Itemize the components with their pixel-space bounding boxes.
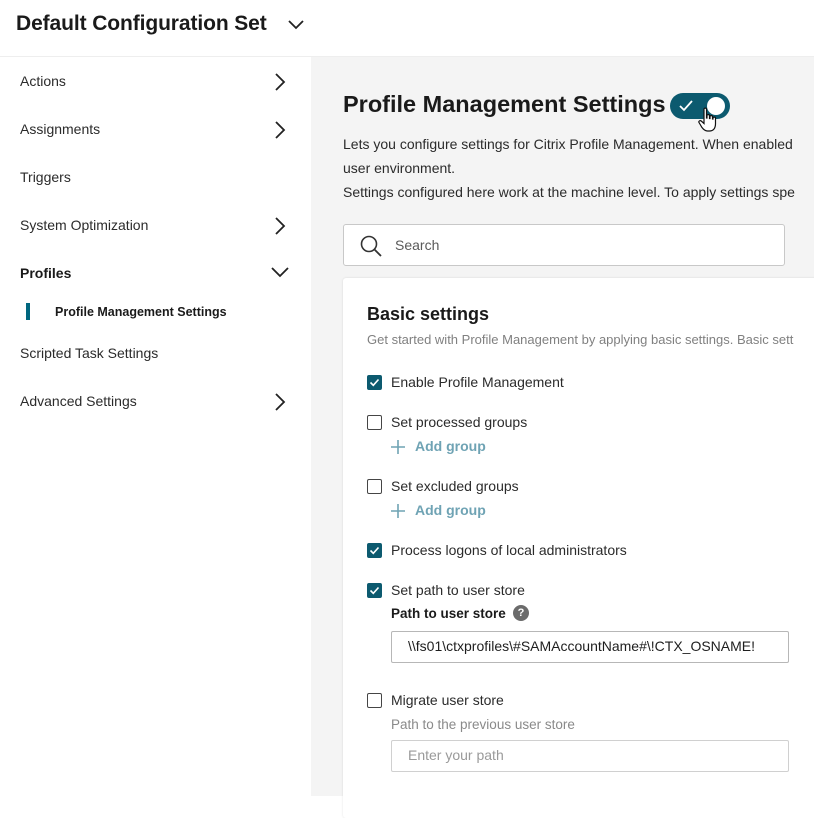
description-line-2: user environment. (343, 160, 456, 176)
chevron-right-icon[interactable] (270, 120, 290, 140)
basic-settings-card: Basic settings Get started with Profile … (343, 278, 814, 818)
set-path-to-user-store-checkbox[interactable] (367, 583, 382, 598)
page-title: Profile Management Settings (343, 91, 666, 117)
checkmark-icon (369, 546, 380, 555)
migrate-user-store-checkbox[interactable] (367, 693, 382, 708)
path-to-user-store-label: Path to user store (391, 606, 506, 621)
card-subtitle: Get started with Profile Management by a… (367, 332, 794, 347)
card-title: Basic settings (367, 304, 490, 324)
chevron-right-icon[interactable] (270, 392, 290, 412)
checkmark-icon (369, 586, 380, 595)
active-item-indicator (26, 303, 30, 320)
main-panel: Profile Management Settings Lets you con… (311, 57, 814, 818)
sidebar-item-triggers[interactable]: Triggers (20, 169, 71, 185)
chevron-down-icon[interactable] (270, 262, 290, 282)
hand-cursor-icon (698, 107, 717, 132)
set-path-to-user-store-label: Set path to user store (391, 582, 525, 598)
migrate-user-store-label: Migrate user store (391, 692, 504, 708)
sidebar-item-scripted-task-settings[interactable]: Scripted Task Settings (20, 345, 158, 361)
sidebar-item-profiles[interactable]: Profiles (20, 265, 71, 281)
enable-profile-management-checkbox[interactable] (367, 375, 382, 390)
sidebar-item-actions[interactable]: Actions (20, 73, 66, 89)
previous-user-store-input[interactable]: Enter your path (391, 740, 789, 772)
help-icon[interactable]: ? (513, 605, 529, 621)
plus-icon[interactable] (391, 504, 405, 518)
description-line-3: Settings configured here work at the mac… (343, 184, 795, 200)
process-local-admin-logons-label: Process logons of local administrators (391, 542, 627, 558)
sidebar-item-system-optimization[interactable]: System Optimization (20, 217, 148, 233)
set-excluded-groups-checkbox[interactable] (367, 479, 382, 494)
chevron-right-icon[interactable] (270, 72, 290, 92)
set-processed-groups-checkbox[interactable] (367, 415, 382, 430)
top-bar: Default Configuration Set (0, 0, 814, 57)
search-placeholder: Search (395, 237, 440, 253)
sidebar: Actions Assignments Triggers System Opti… (0, 57, 311, 796)
search-icon (360, 235, 382, 257)
chevron-down-icon[interactable] (286, 18, 306, 32)
configuration-set-title: Default Configuration Set (16, 12, 267, 35)
process-local-admin-logons-checkbox[interactable] (367, 543, 382, 558)
sidebar-item-assignments[interactable]: Assignments (20, 121, 100, 137)
plus-icon[interactable] (391, 440, 405, 454)
description-line-1: Lets you configure settings for Citrix P… (343, 136, 793, 152)
sidebar-item-profile-management-settings[interactable]: Profile Management Settings (55, 305, 227, 319)
search-input[interactable]: Search (343, 224, 785, 266)
set-processed-groups-label: Set processed groups (391, 414, 528, 430)
previous-user-store-label: Path to the previous user store (391, 717, 575, 732)
add-processed-group-link[interactable]: Add group (415, 438, 486, 454)
enable-profile-management-label: Enable Profile Management (391, 374, 564, 390)
set-excluded-groups-label: Set excluded groups (391, 478, 519, 494)
add-excluded-group-link[interactable]: Add group (415, 502, 486, 518)
checkmark-icon (369, 378, 380, 387)
path-to-user-store-input[interactable]: \\fs01\ctxprofiles\#SAMAccountName#\!CTX… (391, 631, 789, 663)
chevron-right-icon[interactable] (270, 216, 290, 236)
checkmark-icon (679, 100, 693, 112)
sidebar-item-advanced-settings[interactable]: Advanced Settings (20, 393, 137, 409)
